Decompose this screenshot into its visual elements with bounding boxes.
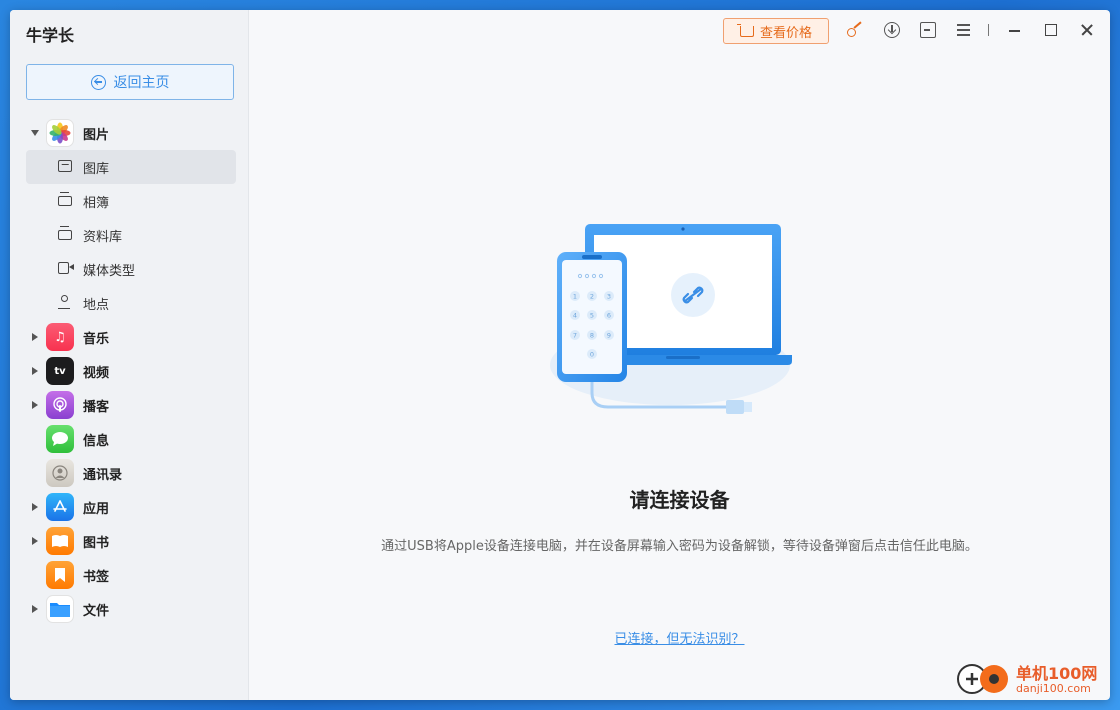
chevron-right-icon[interactable]: [32, 503, 38, 511]
sidebar-item-label: 图片: [83, 127, 110, 143]
connected-but-unrecognized-link[interactable]: 已连接，但无法识别？: [249, 628, 1110, 647]
keypad-key: 5: [590, 312, 594, 320]
location-pin-icon: [58, 295, 70, 309]
image-icon: [58, 160, 72, 172]
sidebar-subitem-albums[interactable]: 相簿: [10, 184, 249, 218]
keypad-key: 6: [607, 312, 611, 320]
keypad-key: 7: [573, 332, 577, 340]
sidebar-subitem-library[interactable]: 图库: [26, 150, 236, 184]
sidebar-item-label: 视频: [83, 365, 110, 381]
photos-icon: [46, 119, 74, 147]
sidebar-subitem-label: 资料库: [83, 229, 123, 245]
sidebar-item-video[interactable]: tv 视频: [10, 354, 249, 388]
books-icon: [46, 527, 74, 555]
cart-icon: [736, 23, 754, 37]
connect-device-description: 通过USB将Apple设备连接电脑，并在设备屏幕输入密码为设备解锁，等待设备弹窗…: [381, 539, 978, 554]
sidebar-item-music[interactable]: ♫ 音乐: [10, 320, 249, 354]
sidebar-item-apps[interactable]: 应用: [10, 490, 249, 524]
sidebar-item-books[interactable]: 图书: [10, 524, 249, 558]
sidebar-item-label: 信息: [83, 433, 110, 449]
sidebar-item-label: 应用: [83, 501, 110, 517]
keypad-key: 1: [573, 293, 577, 301]
toolbar-divider: [988, 24, 989, 36]
chevron-right-icon[interactable]: [32, 605, 38, 613]
back-home-button[interactable]: 返回主页: [26, 64, 234, 100]
sidebar-subitem-label: 媒体类型: [83, 263, 136, 279]
sidebar-item-label: 播客: [83, 399, 110, 415]
chevron-right-icon[interactable]: [32, 367, 38, 375]
chevron-right-icon[interactable]: [32, 401, 38, 409]
sidebar-subitem-media-types[interactable]: 媒体类型: [10, 252, 249, 286]
watermark-text: 单机100网: [1016, 664, 1098, 683]
video-camera-icon: [58, 262, 74, 274]
keypad-key: 0: [590, 351, 594, 359]
sidebar-item-label: 书签: [83, 569, 110, 585]
key-icon[interactable]: [847, 22, 863, 38]
files-icon: [46, 595, 74, 623]
chevron-right-icon[interactable]: [32, 333, 38, 341]
maximize-icon[interactable]: [1043, 22, 1059, 38]
sidebar-item-bookmarks[interactable]: 书签: [10, 558, 249, 592]
album-icon: [58, 192, 72, 206]
sidebar-subitem-label: 地点: [83, 297, 110, 313]
connect-device-title: 请连接设备: [629, 488, 730, 512]
sidebar-item-label: 通讯录: [83, 467, 123, 483]
watermark: 单机100网 danji100.com: [954, 658, 1104, 698]
minimize-icon[interactable]: [1007, 22, 1023, 38]
sidebar-subitem-label: 相簿: [83, 195, 110, 211]
tv-icon: tv: [46, 357, 74, 385]
title-bar: 查看价格: [249, 10, 1110, 50]
contacts-icon: [46, 459, 74, 487]
sidebar-subitem-label: 图库: [83, 161, 110, 177]
download-icon[interactable]: [884, 22, 900, 38]
app-window: 牛学长 返回主页 图片 图库 相簿 资料库 媒体类型 地点 ♫ 音乐 tv 视频…: [10, 10, 1110, 700]
connect-device-illustration: 1 2 3 4 5 6 7 8 9 0: [550, 224, 792, 414]
sidebar-subitem-material-library[interactable]: 资料库: [10, 218, 249, 252]
sidebar-item-messages[interactable]: 信息: [10, 422, 249, 456]
sidebar-subitem-places[interactable]: 地点: [10, 286, 249, 320]
keypad-key: 9: [607, 332, 611, 340]
chevron-down-icon[interactable]: [31, 130, 39, 136]
keypad-key: 8: [590, 332, 594, 340]
view-price-label: 查看价格: [759, 25, 812, 41]
watermark-logo: [957, 664, 1008, 694]
material-library-icon: [58, 226, 72, 240]
sidebar-nav: 图片 图库 相簿 资料库 媒体类型 地点 ♫ 音乐 tv 视频 播客 信息 通讯…: [10, 116, 249, 626]
sidebar-item-label: 文件: [83, 603, 110, 619]
keypad-key: 2: [590, 293, 594, 301]
back-home-label: 返回主页: [113, 75, 170, 91]
bookmark-icon: [46, 561, 74, 589]
keypad-key: 4: [573, 312, 577, 320]
app-title: 牛学长: [26, 26, 75, 45]
chevron-right-icon[interactable]: [32, 537, 38, 545]
back-arrow-icon: [90, 74, 106, 90]
sidebar: 牛学长 返回主页 图片 图库 相簿 资料库 媒体类型 地点 ♫ 音乐 tv 视频…: [10, 10, 249, 700]
menu-icon[interactable]: [956, 22, 972, 38]
music-icon: ♫: [46, 323, 74, 351]
sidebar-item-files[interactable]: 文件: [10, 592, 249, 626]
feedback-icon[interactable]: [920, 22, 936, 38]
sidebar-item-photos[interactable]: 图片: [10, 116, 249, 150]
view-price-button[interactable]: 查看价格: [723, 18, 829, 44]
watermark-url: danji100.com: [1016, 682, 1091, 695]
sidebar-item-contacts[interactable]: 通讯录: [10, 456, 249, 490]
messages-icon: [46, 425, 74, 453]
sidebar-item-label: 图书: [83, 535, 110, 551]
podcast-icon: [46, 391, 74, 419]
appstore-icon: [46, 493, 74, 521]
keypad-key: 3: [607, 293, 611, 301]
sidebar-item-podcasts[interactable]: 播客: [10, 388, 249, 422]
close-icon[interactable]: [1079, 22, 1095, 38]
sidebar-item-label: 音乐: [83, 331, 110, 347]
